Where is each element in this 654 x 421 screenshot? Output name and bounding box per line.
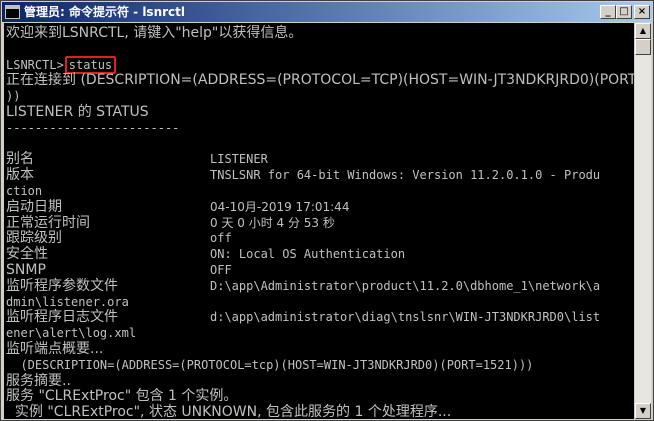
console-prompt-line: LSNRCTL> status [6,55,117,74]
status-label: 别名 [6,151,34,168]
title-bar[interactable]: 管理员: 命令提示符 - lsnrctl _ □ × [2,2,652,22]
status-value: off [210,231,232,246]
vertical-scrollbar[interactable]: ▲ ▼ [635,23,651,419]
status-label: 正常运行时间 [6,214,90,231]
status-value: d:\app\administrator\diag\tnslsnr\WIN-JT… [210,310,601,325]
scroll-up-arrow-icon[interactable]: ▲ [635,23,651,39]
status-value: OFF [210,263,232,277]
maximize-button[interactable]: □ [616,5,632,19]
console-line: 欢迎来到LSNRCTL, 请键入"help"以获得信息。 [6,25,303,41]
console-line: ------------------------ [6,120,180,135]
status-label: 监听程序参数文件 [6,277,118,294]
console-line: 服务摘要.. [6,372,71,389]
scrollbar-thumb[interactable] [635,39,651,55]
console-line: (DESCRIPTION=(ADDRESS=(PROTOCOL=tcp)(HOS… [6,357,534,372]
status-label: SNMP [6,262,46,278]
console-line: 实例 "CLRExtProc", 状态 UNKNOWN, 包含此服务的 1 个处… [6,404,452,419]
status-value: 0 天 0 小时 4 分 53 秒 [210,215,335,230]
status-value: LISTENER [210,152,268,167]
minimize-button[interactable]: _ [600,5,616,19]
console-line: 正在连接到 (DESCRIPTION=(ADDRESS=(PROTOCOL=TC… [6,72,634,89]
cmd-window: 管理员: 命令提示符 - lsnrctl _ □ × 欢迎来到LSNRCTL, … [0,0,654,421]
console-line: ener\alert\log.xml [6,326,137,341]
status-value: TNSLSNR for 64-bit Windows: Version 11.2… [210,168,601,183]
status-label: 启动日期 [6,198,62,215]
console-line: )) [6,89,21,104]
status-value: 04-10月-2019 17:01:44 [210,199,350,214]
console-line: LISTENER 的 STATUS [6,104,149,120]
status-label: 安全性 [6,246,48,263]
console-line: 监听端点概要... [6,341,104,357]
cmd-icon[interactable] [5,5,20,19]
console-line: dmin\listener.ora [6,294,129,309]
console-output[interactable]: 欢迎来到LSNRCTL, 请键入"help"以获得信息。 LSNRCTL> stat… [4,23,634,419]
scroll-down-arrow-icon[interactable]: ▼ [635,403,651,419]
console-line: ction [6,184,43,198]
status-label: 监听程序日志文件 [6,309,118,326]
status-value: D:\app\Administrator\product\11.2.0\dbho… [210,278,601,293]
close-button[interactable]: × [634,5,650,19]
status-value: ON: Local OS Authentication [210,247,406,262]
prompt-text: LSNRCTL> [6,57,64,72]
console-line: 服务 "CLRExtProc" 包含 1 个实例。 [6,388,238,405]
status-label: 版本 [6,167,34,184]
status-label: 跟踪级别 [6,230,62,247]
highlighted-command: status [64,55,117,74]
window-title: 管理员: 命令提示符 - lsnrctl [24,5,185,19]
